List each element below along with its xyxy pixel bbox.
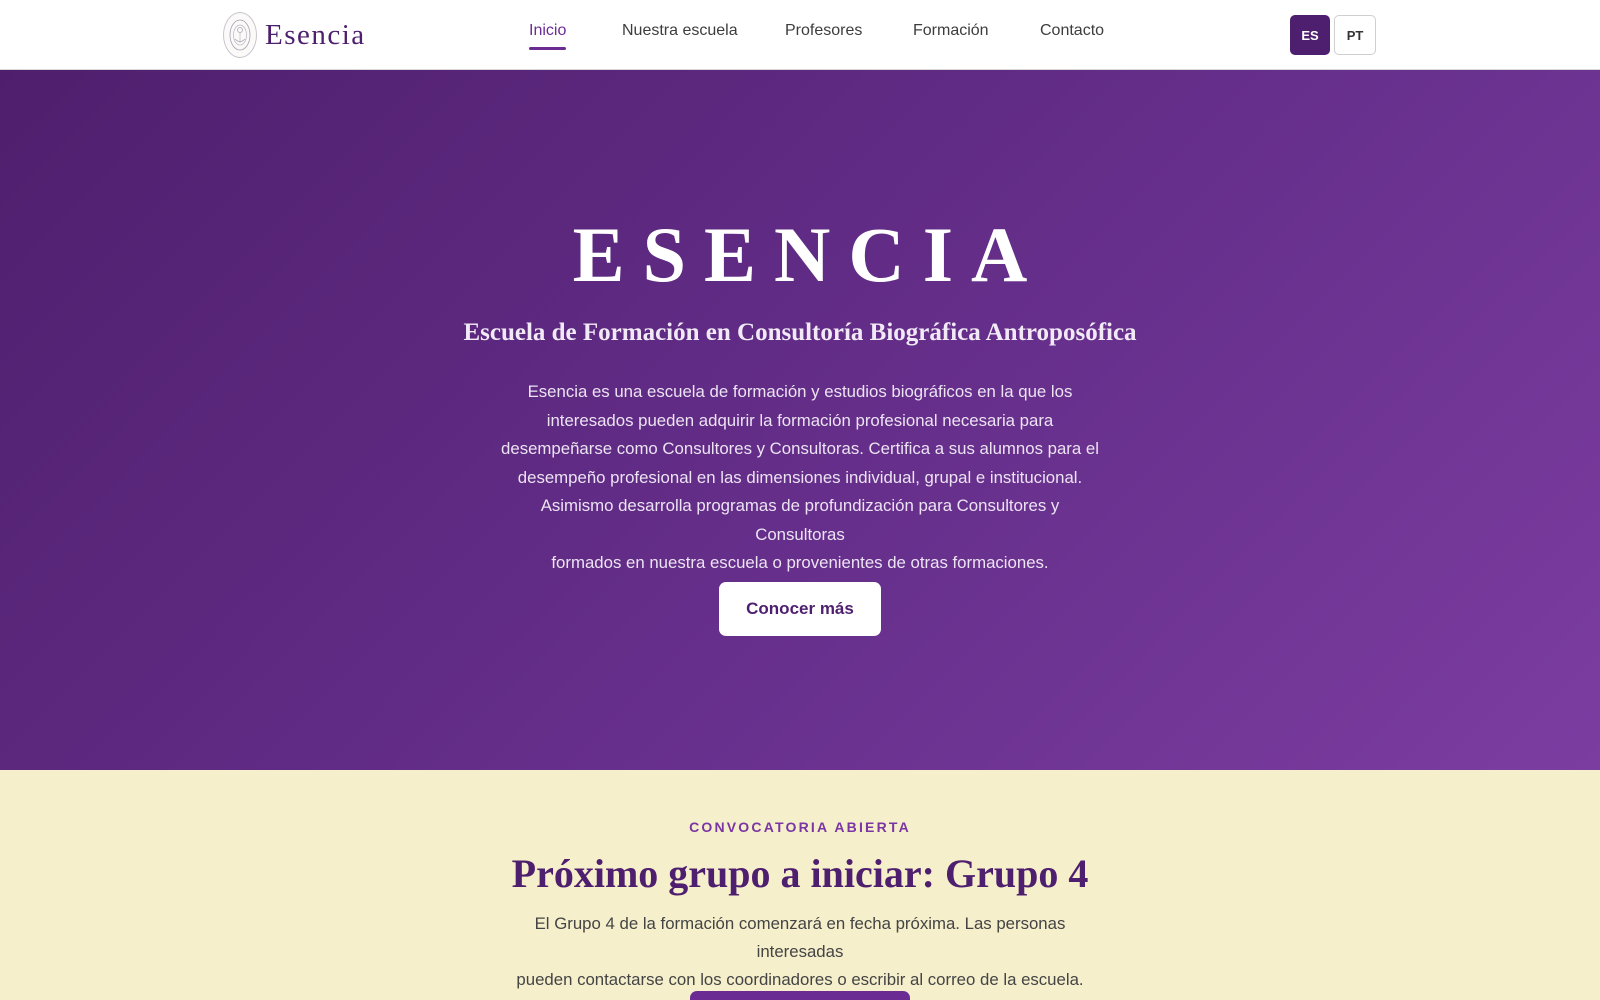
brand-name: Esencia (265, 18, 366, 51)
section-description-line: El Grupo 4 de la formación comenzará en … (534, 914, 1066, 961)
nav-item-contacto[interactable]: Contacto (1040, 22, 1104, 40)
hero-description-line: Esencia es una escuela de formación y es… (527, 382, 1073, 401)
hero-description-line: Asimismo desarrolla programas de profund… (540, 496, 1060, 544)
nav-item-nuestra-escuela[interactable]: Nuestra escuela (622, 22, 738, 40)
hero-description-line: desempeño profesional en las dimensiones… (517, 467, 1083, 487)
hero-title: ESENCIA (572, 211, 1046, 298)
nav-item-profesores[interactable]: Profesores (785, 22, 862, 40)
hero-description-line: formados en nuestra escuela o provenient… (551, 553, 1049, 572)
section-title: Próximo grupo a iniciar: Grupo 4 (511, 851, 1089, 896)
language-es-button[interactable]: ES (1290, 15, 1330, 55)
convocatoria-section: CONVOCATORIA ABIERTA Próximo grupo a ini… (0, 770, 1600, 1000)
hero-description: Esencia es una escuela de formación y es… (495, 378, 1105, 578)
convocatoria-action-button[interactable] (690, 991, 910, 1000)
hero-section: ESENCIA Escuela de Formación en Consulto… (0, 70, 1600, 770)
conocer-mas-button[interactable]: Conocer más (719, 582, 881, 636)
section-description: El Grupo 4 de la formación comenzará en … (495, 910, 1105, 994)
language-pt-button[interactable]: PT (1334, 15, 1376, 55)
site-header: Esencia Inicio Nuestra escuela Profesore… (0, 0, 1600, 70)
nav-item-formacion[interactable]: Formación (913, 22, 989, 40)
section-description-line: pueden contactarse con los coordinadores… (516, 970, 1084, 989)
hero-description-line: interesados pueden adquirir la formación… (546, 410, 1054, 430)
section-eyebrow: CONVOCATORIA ABIERTA (689, 819, 911, 835)
hero-subtitle: Escuela de Formación en Consultoría Biog… (463, 319, 1137, 346)
brand-home-link[interactable]: Esencia (223, 11, 366, 59)
hero-description-line: desempeñarse como Consultores y Consulto… (501, 439, 1099, 458)
ornamental-seal-icon (223, 12, 257, 58)
nav-item-inicio[interactable]: Inicio (529, 22, 567, 50)
